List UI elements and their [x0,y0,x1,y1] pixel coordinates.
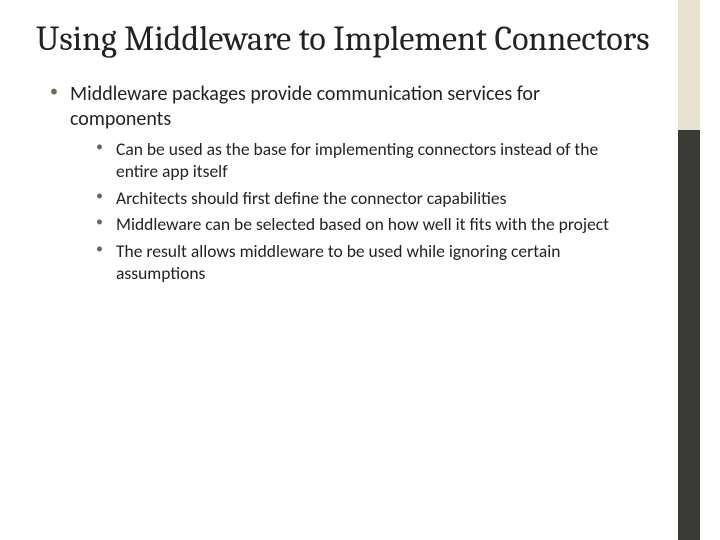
bullet-sub-item: The result allows middleware to be used … [96,240,636,285]
bullet-item: Middleware packages provide communicatio… [50,82,636,284]
bullet-sub-item: Middleware can be selected based on how … [96,213,636,235]
bullet-sub-item: Can be used as the base for implementing… [96,138,636,183]
accent-bar [678,0,700,540]
slide-container: Using Middleware to Implement Connectors… [0,0,720,540]
slide-title: Using Middleware to Implement Connectors [36,20,680,58]
accent-bar-bottom [678,130,700,540]
bullet-text: Middleware packages provide communicatio… [70,82,540,131]
bullet-sub-item: Architects should first define the conne… [96,187,636,209]
bullet-list-level1: Middleware packages provide communicatio… [36,82,636,284]
bullet-list-level2: Can be used as the base for implementing… [70,138,636,284]
accent-bar-top [678,0,700,130]
